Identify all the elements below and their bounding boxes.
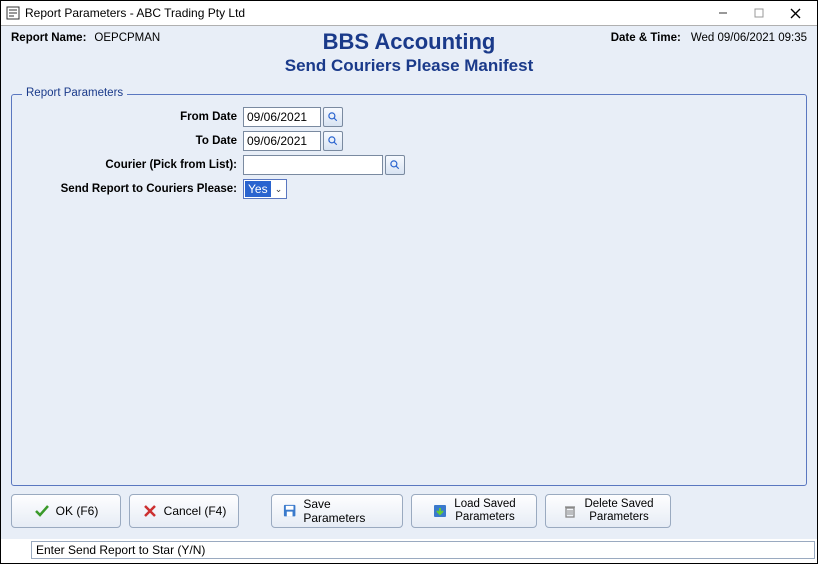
cancel-label: Cancel (F4) (164, 504, 227, 518)
search-icon (327, 135, 339, 147)
maximize-button[interactable] (741, 2, 777, 24)
save-icon (282, 503, 297, 519)
window-title: Report Parameters - ABC Trading Pty Ltd (25, 6, 705, 20)
report-name-label: Report Name: (11, 32, 86, 44)
button-row: OK (F6) Cancel (F4) Save Parameters Load… (1, 494, 817, 528)
close-button[interactable] (777, 2, 813, 24)
ok-label: OK (F6) (56, 504, 99, 518)
status-bar: Enter Send Report to Star (Y/N) (1, 539, 817, 563)
fieldset-legend: Report Parameters (22, 87, 127, 99)
send-report-label: Send Report to Couriers Please: (22, 183, 237, 195)
status-text: Enter Send Report to Star (Y/N) (31, 541, 815, 559)
datetime-value: Wed 09/06/2021 09:35 (691, 32, 807, 44)
check-icon (34, 503, 50, 519)
courier-input[interactable] (243, 155, 383, 175)
trash-icon (562, 503, 578, 519)
search-icon (389, 159, 401, 171)
load-icon (432, 503, 448, 519)
send-report-value: Yes (245, 181, 271, 197)
to-date-label: To Date (22, 135, 237, 147)
report-name-value: OEPCPMAN (94, 32, 160, 44)
to-date-lookup-button[interactable] (323, 131, 343, 151)
save-parameters-button[interactable]: Save Parameters (271, 494, 403, 528)
app-icon (5, 5, 21, 21)
from-date-label: From Date (22, 111, 237, 123)
save-label: Save Parameters (303, 497, 392, 525)
courier-lookup-button[interactable] (385, 155, 405, 175)
from-date-lookup-button[interactable] (323, 107, 343, 127)
chevron-down-icon: ⌄ (272, 184, 286, 195)
send-report-select[interactable]: Yes ⌄ (243, 179, 287, 199)
app-subtitle: Send Couriers Please Manifest (1, 56, 817, 76)
courier-label: Courier (Pick from List): (22, 159, 237, 171)
from-date-input[interactable] (243, 107, 321, 127)
report-parameters-group: Report Parameters From Date To Date Cour… (11, 94, 807, 486)
minimize-button[interactable] (705, 2, 741, 24)
delete-label: Delete SavedParameters (584, 498, 653, 523)
cancel-button[interactable]: Cancel (F4) (129, 494, 239, 528)
ok-button[interactable]: OK (F6) (11, 494, 121, 528)
load-label: Load SavedParameters (454, 498, 515, 523)
header-row: Report Name: OEPCPMAN Date & Time: Wed 0… (1, 26, 817, 44)
x-icon (142, 503, 158, 519)
delete-saved-button[interactable]: Delete SavedParameters (545, 494, 671, 528)
load-saved-button[interactable]: Load SavedParameters (411, 494, 537, 528)
search-icon (327, 111, 339, 123)
to-date-input[interactable] (243, 131, 321, 151)
titlebar: Report Parameters - ABC Trading Pty Ltd (1, 1, 817, 26)
datetime-label: Date & Time: (611, 32, 681, 44)
window-controls (705, 2, 813, 24)
